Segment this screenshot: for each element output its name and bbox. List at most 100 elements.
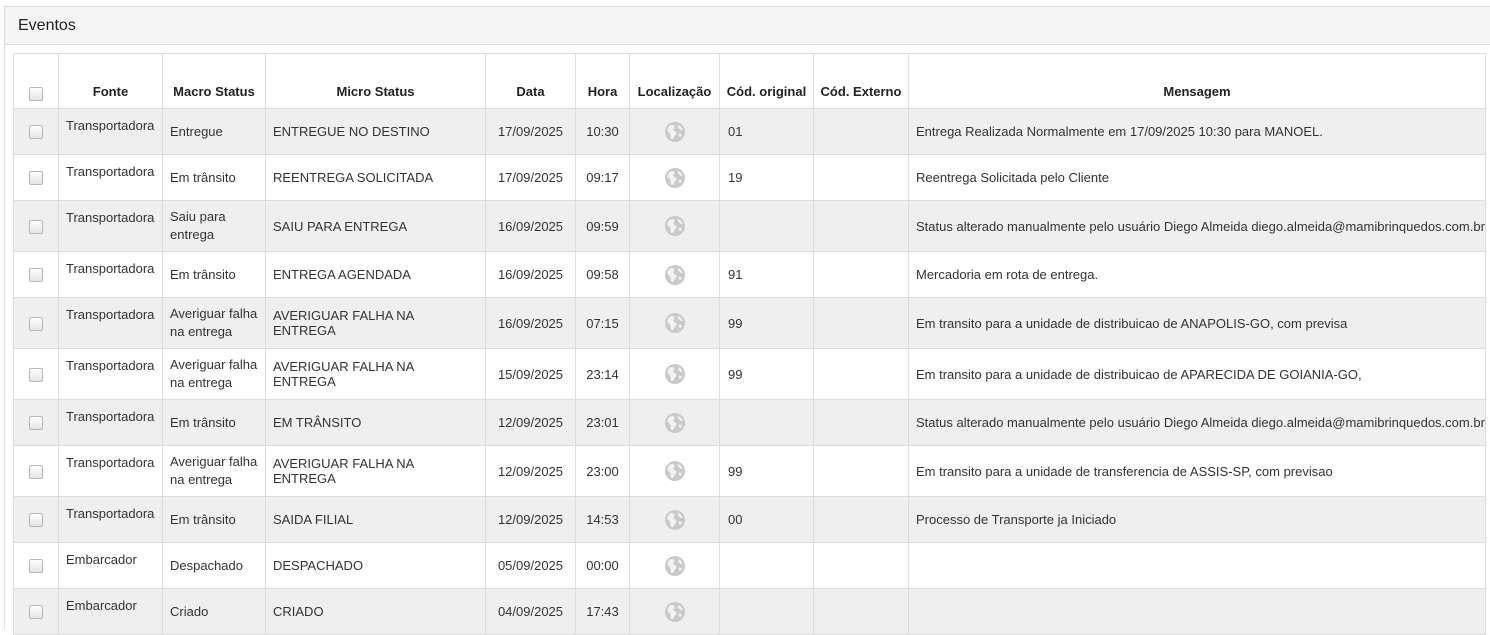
row-checkbox[interactable] xyxy=(29,125,43,140)
cell-cod-externo xyxy=(813,542,909,589)
cell-hora: 09:59 xyxy=(575,200,630,252)
cell-macro-status: Averiguar falha na entrega xyxy=(162,445,266,497)
cell-localizacao xyxy=(629,348,720,400)
row-checkbox[interactable] xyxy=(29,559,43,574)
cell-cod-externo xyxy=(813,399,909,446)
cell-cod-original xyxy=(719,200,814,252)
cell-hora: 00:00 xyxy=(575,542,630,589)
cell-hora: 07:15 xyxy=(575,297,630,349)
row-select-cell xyxy=(13,445,59,497)
cell-data: 16/09/2025 xyxy=(485,200,576,252)
header-cod-original[interactable]: Cód. original xyxy=(719,53,814,109)
cell-data: 12/09/2025 xyxy=(485,445,576,497)
cell-fonte: Transportadora xyxy=(58,399,163,446)
cell-hora: 14:53 xyxy=(575,496,630,543)
cell-micro-status: SAIU PARA ENTREGA xyxy=(265,200,486,252)
cell-hora: 09:58 xyxy=(575,251,630,298)
globe-icon[interactable] xyxy=(664,167,686,189)
cell-hora: 09:17 xyxy=(575,154,630,201)
header-fonte[interactable]: Fonte xyxy=(58,53,163,109)
cell-mensagem: Mercadoria em rota de entrega. xyxy=(908,251,1486,298)
cell-localizacao xyxy=(629,496,720,543)
events-table-wrapper: Fonte Macro Status Micro Status Data Hor… xyxy=(13,53,1486,635)
events-table-body: Transportadora Entregue ENTREGUE NO DEST… xyxy=(13,108,1486,635)
cell-hora: 23:14 xyxy=(575,348,630,400)
header-macro-status[interactable]: Macro Status xyxy=(162,53,266,109)
globe-icon[interactable] xyxy=(664,264,686,286)
cell-hora: 23:00 xyxy=(575,445,630,497)
events-table: Fonte Macro Status Micro Status Data Hor… xyxy=(13,53,1486,635)
table-header-row: Fonte Macro Status Micro Status Data Hor… xyxy=(13,53,1486,109)
globe-icon[interactable] xyxy=(664,215,686,237)
table-row: Transportadora Saiu para entrega SAIU PA… xyxy=(13,200,1486,252)
cell-cod-original: 00 xyxy=(719,496,814,543)
header-hora[interactable]: Hora xyxy=(575,53,630,109)
row-checkbox[interactable] xyxy=(29,171,43,186)
row-checkbox[interactable] xyxy=(29,513,43,528)
globe-icon[interactable] xyxy=(664,555,686,577)
row-select-cell xyxy=(13,154,59,201)
cell-fonte: Transportadora xyxy=(58,251,163,298)
cell-cod-original: 99 xyxy=(719,297,814,349)
header-data[interactable]: Data xyxy=(485,53,576,109)
header-cod-externo[interactable]: Cód. Externo xyxy=(813,53,909,109)
cell-macro-status: Em trânsito xyxy=(162,251,266,298)
cell-cod-externo xyxy=(813,251,909,298)
cell-fonte: Transportadora xyxy=(58,200,163,252)
row-checkbox[interactable] xyxy=(29,219,43,234)
cell-data: 15/09/2025 xyxy=(485,348,576,400)
row-select-cell xyxy=(13,399,59,446)
cell-hora: 23:01 xyxy=(575,399,630,446)
globe-icon[interactable] xyxy=(664,363,686,385)
globe-icon[interactable] xyxy=(664,412,686,434)
cell-cod-original: 01 xyxy=(719,108,814,155)
cell-localizacao xyxy=(629,445,720,497)
cell-macro-status: Em trânsito xyxy=(162,154,266,201)
cell-micro-status: ENTREGA AGENDADA xyxy=(265,251,486,298)
globe-icon[interactable] xyxy=(664,601,686,623)
table-row: Transportadora Em trânsito EM TRÂNSITO 1… xyxy=(13,399,1486,446)
cell-cod-externo xyxy=(813,297,909,349)
cell-mensagem: Em transito para a unidade de transferen… xyxy=(908,445,1486,497)
cell-data: 12/09/2025 xyxy=(485,399,576,446)
cell-cod-externo xyxy=(813,445,909,497)
header-localizacao[interactable]: Localização xyxy=(629,53,720,109)
row-checkbox[interactable] xyxy=(29,316,43,331)
cell-cod-original xyxy=(719,542,814,589)
cell-cod-externo xyxy=(813,154,909,201)
cell-mensagem xyxy=(908,542,1486,589)
cell-macro-status: Averiguar falha na entrega xyxy=(162,297,266,349)
table-row: Transportadora Em trânsito ENTREGA AGEND… xyxy=(13,251,1486,298)
cell-micro-status: SAIDA FILIAL xyxy=(265,496,486,543)
cell-localizacao xyxy=(629,399,720,446)
cell-macro-status: Em trânsito xyxy=(162,496,266,543)
cell-mensagem: Processo de Transporte ja Iniciado xyxy=(908,496,1486,543)
cell-hora: 10:30 xyxy=(575,108,630,155)
cell-macro-status: Despachado xyxy=(162,542,266,589)
cell-macro-status: Entregue xyxy=(162,108,266,155)
globe-icon[interactable] xyxy=(664,460,686,482)
row-checkbox[interactable] xyxy=(29,416,43,431)
cell-fonte: Transportadora xyxy=(58,108,163,155)
table-row: Transportadora Em trânsito SAIDA FILIAL … xyxy=(13,496,1486,543)
globe-icon[interactable] xyxy=(664,121,686,143)
select-all-checkbox[interactable] xyxy=(29,87,43,102)
cell-cod-original xyxy=(719,399,814,446)
header-micro-status[interactable]: Micro Status xyxy=(265,53,486,109)
cell-localizacao xyxy=(629,542,720,589)
cell-fonte: Transportadora xyxy=(58,297,163,349)
row-checkbox[interactable] xyxy=(29,605,43,620)
row-select-cell xyxy=(13,200,59,252)
globe-icon[interactable] xyxy=(664,509,686,531)
row-checkbox[interactable] xyxy=(29,464,43,479)
cell-macro-status: Em trânsito xyxy=(162,399,266,446)
table-row: Transportadora Em trânsito REENTREGA SOL… xyxy=(13,154,1486,201)
cell-mensagem: Reentrega Solicitada pelo Cliente xyxy=(908,154,1486,201)
row-checkbox[interactable] xyxy=(29,268,43,283)
cell-fonte: Transportadora xyxy=(58,348,163,400)
cell-fonte: Transportadora xyxy=(58,445,163,497)
header-mensagem[interactable]: Mensagem xyxy=(908,53,1486,109)
row-checkbox[interactable] xyxy=(29,367,43,382)
globe-icon[interactable] xyxy=(664,312,686,334)
row-select-cell xyxy=(13,108,59,155)
